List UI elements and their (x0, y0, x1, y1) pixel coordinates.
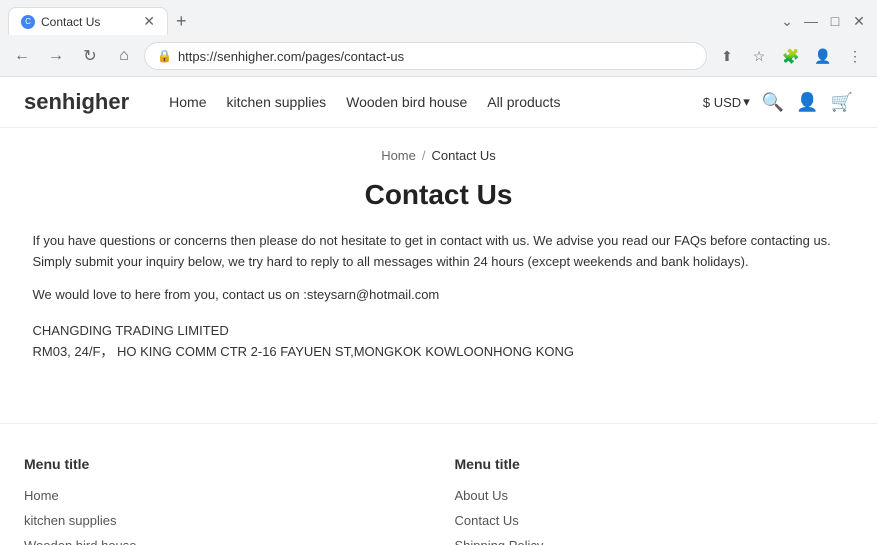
company-address: RM03, 24/F， HO KING COMM CTR 2-16 FAYUEN… (33, 342, 845, 363)
menu-icon[interactable]: ⋮ (841, 42, 869, 70)
nav-links: Home kitchen supplies Wooden bird house … (169, 94, 679, 110)
tab-title: Contact Us (41, 15, 137, 29)
currency-selector[interactable]: $ USD ▾ (703, 94, 750, 110)
site-logo: senhigher (24, 89, 129, 115)
chevron-down-icon: ⌄ (777, 11, 797, 31)
footer-link-contact[interactable]: Contact Us (455, 513, 854, 528)
toolbar-icons: ⬆ ☆ 🧩 👤 ⋮ (713, 42, 869, 70)
page-content: Home / Contact Us Contact Us If you have… (9, 128, 869, 383)
breadcrumb-home[interactable]: Home (381, 148, 416, 163)
nav-wooden[interactable]: Wooden bird house (346, 94, 467, 110)
nav-right: $ USD ▾ 🔍 👤 🛒 (703, 92, 853, 113)
footer-col-2: Menu title About Us Contact Us Shipping … (455, 456, 854, 545)
bookmark-icon[interactable]: ☆ (745, 42, 773, 70)
company-name: CHANGDING TRADING LIMITED (33, 321, 845, 342)
window-controls: ⌄ — □ ✕ (777, 11, 869, 31)
footer-link-about[interactable]: About Us (455, 488, 854, 503)
tab-bar: C Contact Us ✕ + ⌄ — □ ✕ (0, 0, 877, 36)
new-tab-button[interactable]: + (172, 7, 191, 36)
nav-home[interactable]: Home (169, 94, 206, 110)
tab-close-button[interactable]: ✕ (143, 13, 155, 30)
address-bar[interactable]: 🔒 https://senhigher.com/pages/contact-us (144, 42, 707, 70)
breadcrumb: Home / Contact Us (33, 148, 845, 163)
footer: Menu title Home kitchen supplies Wooden … (0, 423, 877, 545)
currency-arrow-icon: ▾ (743, 94, 750, 110)
reload-button[interactable]: ↻ (76, 42, 104, 70)
tab-favicon: C (21, 15, 35, 29)
search-button[interactable]: 🔍 (762, 92, 784, 113)
profile-icon[interactable]: 👤 (809, 42, 837, 70)
footer-grid: Menu title Home kitchen supplies Wooden … (24, 456, 853, 545)
minimize-button[interactable]: — (801, 11, 821, 31)
lock-icon: 🔒 (157, 49, 172, 63)
nav-kitchen[interactable]: kitchen supplies (227, 94, 327, 110)
page-title: Contact Us (33, 179, 845, 211)
browser-chrome: C Contact Us ✕ + ⌄ — □ ✕ ← → ↻ ⌂ 🔒 https… (0, 0, 877, 77)
currency-label: $ USD (703, 95, 741, 110)
contact-body-text-1: If you have questions or concerns then p… (33, 231, 845, 273)
website-content: senhigher Home kitchen supplies Wooden b… (0, 77, 877, 545)
address-text: https://senhigher.com/pages/contact-us (178, 49, 694, 64)
footer-link-home[interactable]: Home (24, 488, 423, 503)
breadcrumb-separator: / (422, 148, 426, 163)
extensions-icon[interactable]: 🧩 (777, 42, 805, 70)
nav-products[interactable]: All products (487, 94, 560, 110)
company-info: CHANGDING TRADING LIMITED RM03, 24/F， HO… (33, 321, 845, 363)
footer-link-kitchen[interactable]: kitchen supplies (24, 513, 423, 528)
back-button[interactable]: ← (8, 42, 36, 70)
footer-col-1-title: Menu title (24, 456, 423, 472)
address-bar-row: ← → ↻ ⌂ 🔒 https://senhigher.com/pages/co… (0, 36, 877, 76)
share-icon[interactable]: ⬆ (713, 42, 741, 70)
footer-col-1: Menu title Home kitchen supplies Wooden … (24, 456, 423, 545)
cart-button[interactable]: 🛒 (831, 92, 853, 113)
site-nav: senhigher Home kitchen supplies Wooden b… (0, 77, 877, 128)
contact-body-text-2: We would love to here from you, contact … (33, 285, 845, 306)
breadcrumb-current: Contact Us (432, 148, 496, 163)
active-tab[interactable]: C Contact Us ✕ (8, 7, 168, 35)
footer-col-2-title: Menu title (455, 456, 854, 472)
maximize-button[interactable]: □ (825, 11, 845, 31)
home-button[interactable]: ⌂ (110, 42, 138, 70)
forward-button[interactable]: → (42, 42, 70, 70)
account-button[interactable]: 👤 (796, 92, 818, 113)
close-button[interactable]: ✕ (849, 11, 869, 31)
